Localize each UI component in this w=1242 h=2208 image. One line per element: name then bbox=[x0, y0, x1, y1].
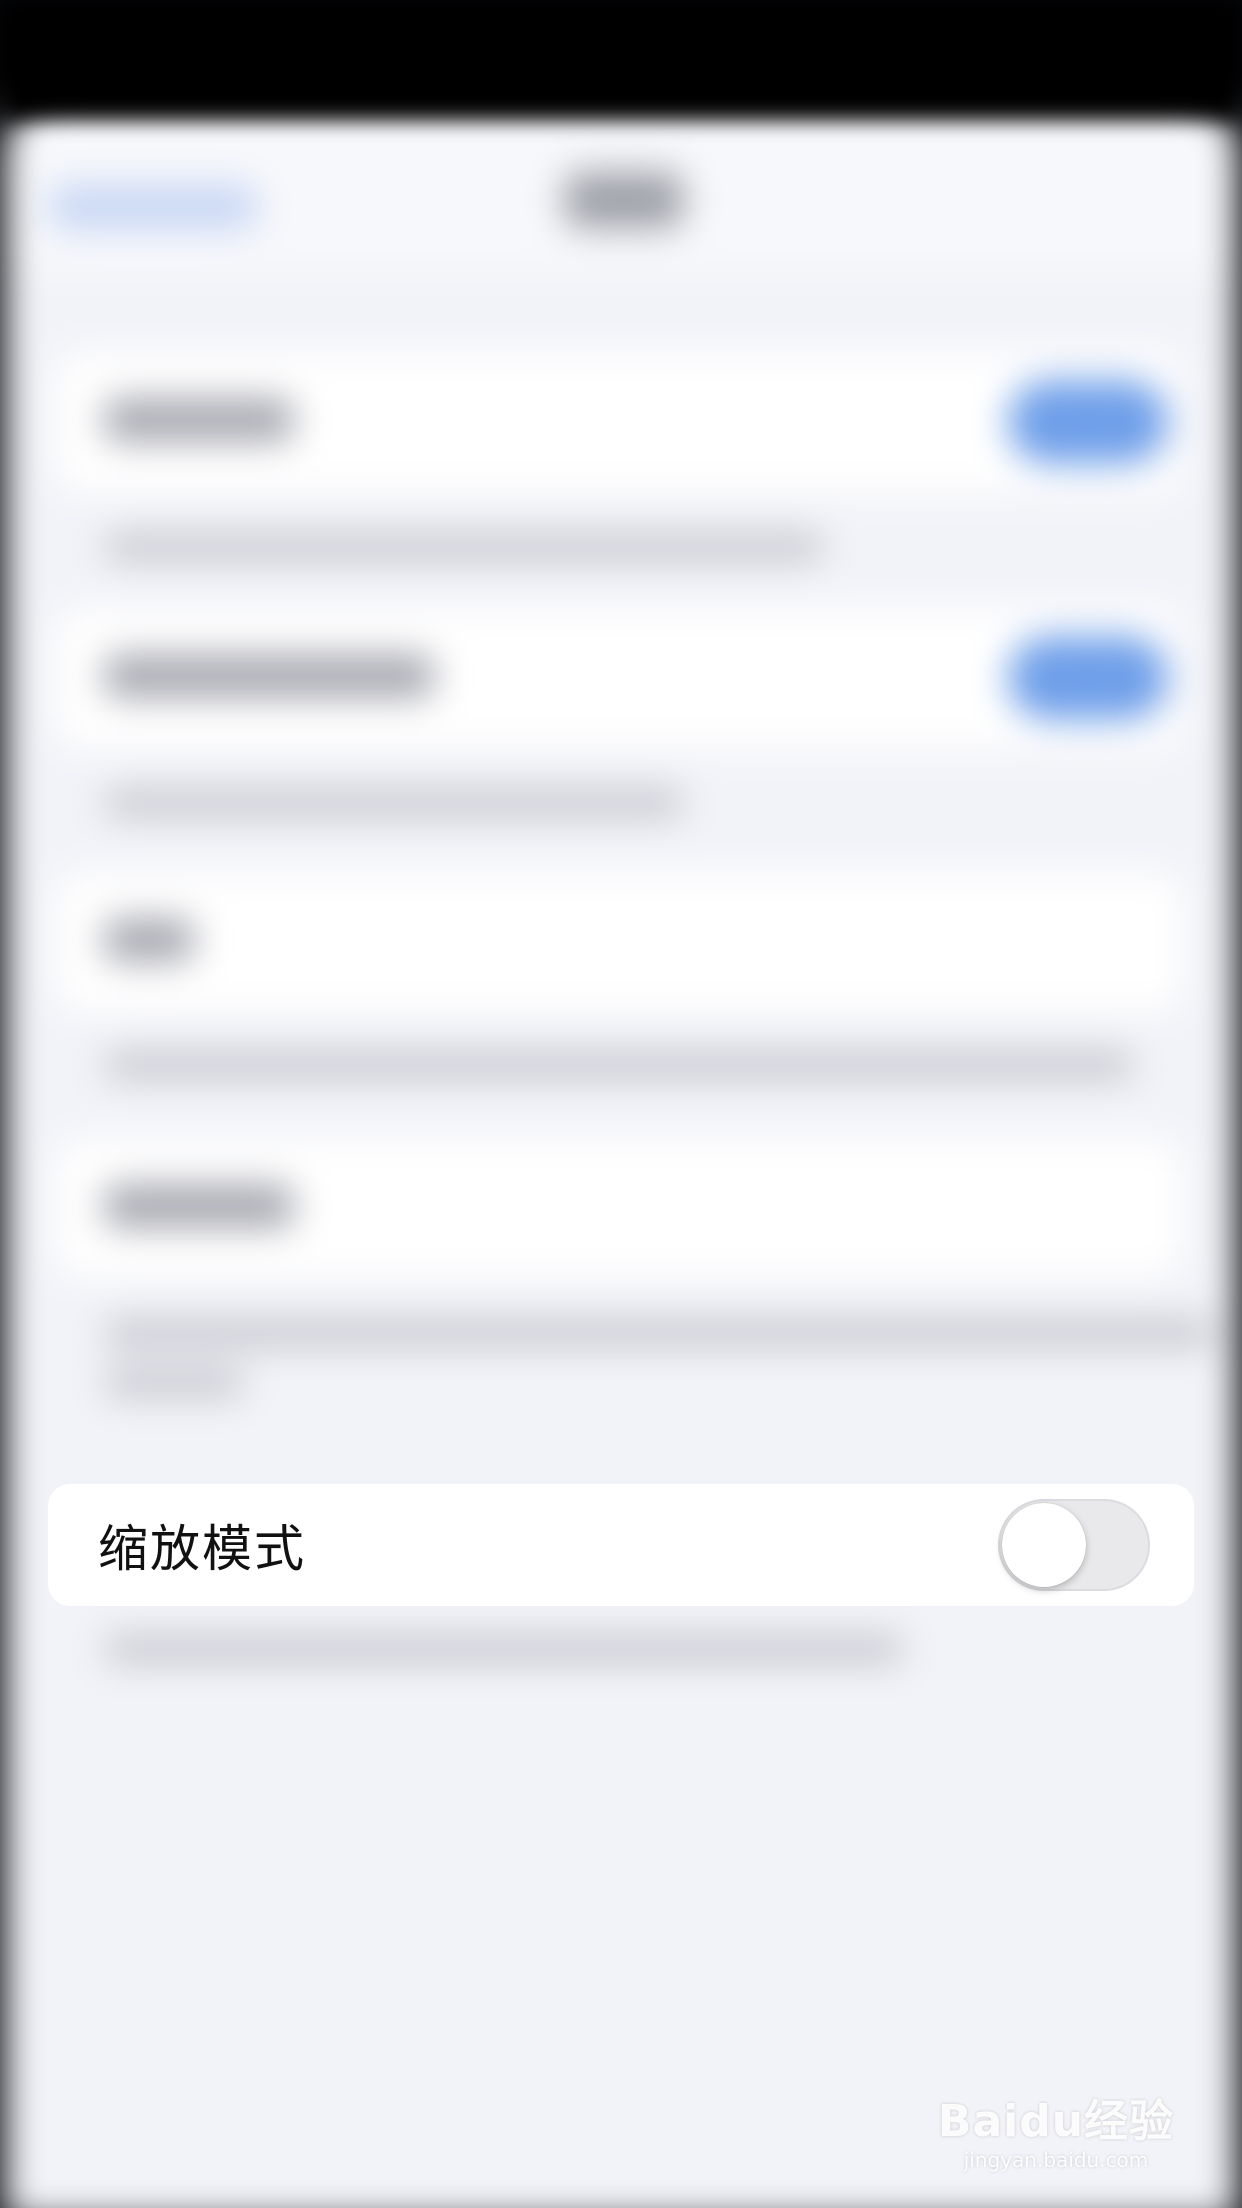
status-bar-area bbox=[0, 0, 1242, 120]
blurred-toggle-on[interactable] bbox=[1008, 380, 1168, 464]
blurred-row-caption bbox=[104, 1050, 1134, 1080]
zoom-mode-toggle[interactable] bbox=[998, 1499, 1150, 1591]
blurred-settings-sheet bbox=[4, 92, 1238, 2208]
blurred-row-label bbox=[104, 918, 194, 962]
blurred-row-label bbox=[104, 654, 434, 698]
blurred-row-caption bbox=[104, 788, 684, 818]
baidu-jingyan-watermark: Baidu经验 jingyan.baidu.com bbox=[936, 2096, 1176, 2173]
watermark-logo: Baidu经验 bbox=[937, 2096, 1175, 2147]
watermark-url: jingyan.baidu.com bbox=[963, 2148, 1149, 2172]
blurred-back-button[interactable] bbox=[48, 184, 258, 230]
blurred-setting-row[interactable] bbox=[54, 872, 1184, 1012]
blurred-toggle-on[interactable] bbox=[1008, 636, 1168, 720]
zoom-mode-row[interactable]: 缩放模式 bbox=[48, 1484, 1194, 1606]
zoom-mode-label: 缩放模式 bbox=[98, 1520, 306, 1578]
blurred-row-label bbox=[104, 1184, 294, 1228]
blurred-row-caption bbox=[104, 532, 824, 562]
blurred-nav-title bbox=[564, 172, 684, 228]
toggle-knob[interactable] bbox=[1002, 1503, 1086, 1587]
blurred-row-caption bbox=[104, 1318, 1214, 1348]
screen: 缩放模式 Baidu经验 jingyan.baidu.com bbox=[0, 0, 1242, 2208]
blurred-row-caption bbox=[104, 1634, 904, 1664]
blurred-row-caption bbox=[104, 1368, 244, 1398]
blurred-row-label bbox=[104, 398, 294, 442]
